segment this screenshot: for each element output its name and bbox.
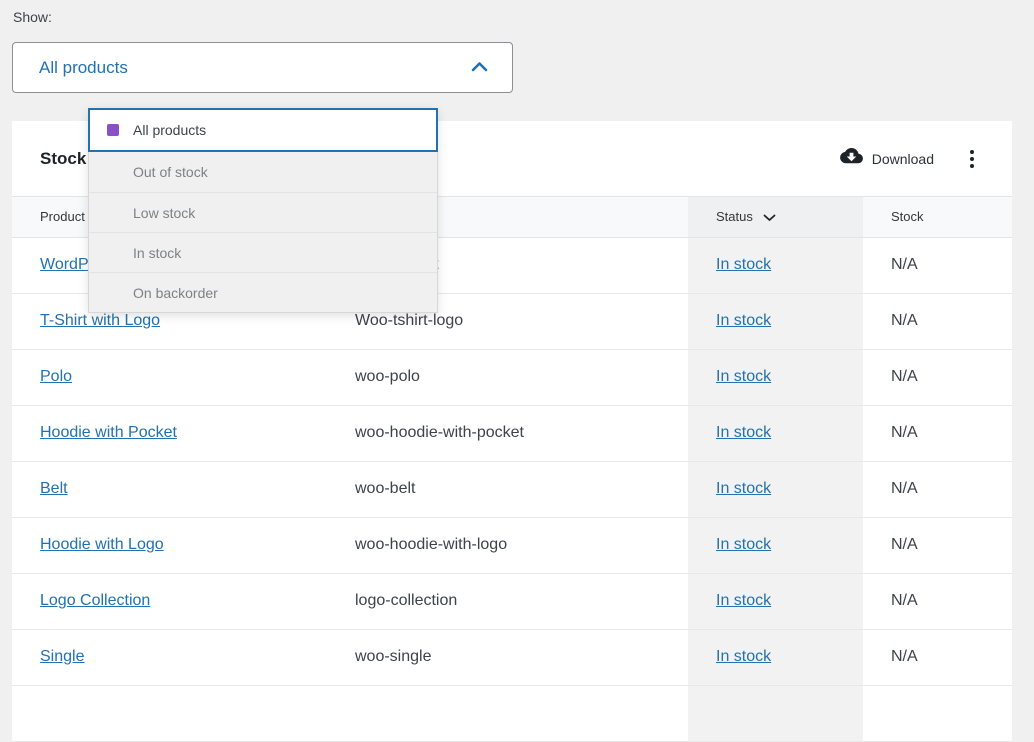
stock-cell: N/A bbox=[863, 293, 1012, 349]
kebab-dot bbox=[970, 150, 974, 154]
stock-cell: N/A bbox=[863, 349, 1012, 405]
product-cell: Hoodie with Logo bbox=[12, 517, 343, 573]
status-cell: In stock bbox=[688, 629, 863, 685]
stock-cell: N/A bbox=[863, 237, 1012, 293]
product-cell: Logo Collection bbox=[12, 573, 343, 629]
sku-cell: woo-hoodie-with-pocket bbox=[343, 405, 688, 461]
status-link[interactable]: In stock bbox=[716, 480, 771, 497]
stock-cell: N/A bbox=[863, 629, 1012, 685]
col-header-status-label: Status bbox=[716, 209, 753, 224]
filter-label: Show: bbox=[13, 9, 52, 25]
product-link[interactable]: Hoodie with Logo bbox=[40, 536, 164, 553]
status-link[interactable]: In stock bbox=[716, 424, 771, 441]
kebab-menu-button[interactable] bbox=[966, 146, 978, 172]
status-link[interactable]: In stock bbox=[716, 368, 771, 385]
download-label: Download bbox=[872, 151, 934, 167]
status-link[interactable]: In stock bbox=[716, 592, 771, 609]
dropdown-option-all-products[interactable]: All products bbox=[88, 108, 438, 152]
chevron-up-icon bbox=[471, 59, 488, 77]
kebab-dot bbox=[970, 157, 974, 161]
product-link[interactable]: T-Shirt with Logo bbox=[40, 312, 160, 329]
product-filter-select[interactable]: All products bbox=[12, 42, 513, 93]
table-row: Hoodie with Logo woo-hoodie-with-logo In s… bbox=[12, 517, 1012, 573]
card-title: Stock bbox=[40, 149, 86, 169]
dropdown-option-in-stock[interactable]: In stock bbox=[89, 232, 437, 272]
status-cell: In stock bbox=[688, 293, 863, 349]
product-link[interactable]: Hoodie with Pocket bbox=[40, 424, 177, 441]
product-link[interactable]: Logo Collection bbox=[40, 592, 150, 609]
dropdown-option-on-backorder[interactable]: On backorder bbox=[89, 272, 437, 312]
product-cell: Hoodie with Pocket bbox=[12, 405, 343, 461]
table-row bbox=[12, 685, 1012, 741]
sku-cell bbox=[343, 685, 688, 741]
status-cell: In stock bbox=[688, 237, 863, 293]
stock-cell: N/A bbox=[863, 517, 1012, 573]
col-header-stock[interactable]: Stock bbox=[863, 197, 1012, 237]
product-cell: Single bbox=[12, 629, 343, 685]
col-header-stock-label: Stock bbox=[891, 209, 924, 224]
product-cell: Polo bbox=[12, 349, 343, 405]
table-row: Single woo-single In stock N/A bbox=[12, 629, 1012, 685]
col-header-status[interactable]: Status bbox=[688, 197, 863, 237]
kebab-dot bbox=[970, 164, 974, 168]
sku-cell: woo-belt bbox=[343, 461, 688, 517]
status-link[interactable]: In stock bbox=[716, 312, 771, 329]
status-cell: In stock bbox=[688, 405, 863, 461]
status-cell: In stock bbox=[688, 349, 863, 405]
chevron-down-icon bbox=[763, 210, 776, 225]
table-row: Belt woo-belt In stock N/A bbox=[12, 461, 1012, 517]
dropdown-option-low-stock[interactable]: Low stock bbox=[89, 192, 437, 232]
cloud-download-icon bbox=[840, 148, 863, 170]
sku-cell: logo-collection bbox=[343, 573, 688, 629]
dropdown-option-out-of-stock[interactable]: Out of stock bbox=[89, 152, 437, 192]
table-row: Polo woo-polo In stock N/A bbox=[12, 349, 1012, 405]
download-button[interactable]: Download bbox=[840, 148, 934, 170]
table-row: Hoodie with Pocket woo-hoodie-with-pocket… bbox=[12, 405, 1012, 461]
table-row: Logo Collection logo-collection In stock N/… bbox=[12, 573, 1012, 629]
sku-cell: woo-polo bbox=[343, 349, 688, 405]
select-value: All products bbox=[39, 58, 128, 78]
status-cell bbox=[688, 685, 863, 741]
status-cell: In stock bbox=[688, 461, 863, 517]
product-cell: Belt bbox=[12, 461, 343, 517]
stock-cell bbox=[863, 685, 1012, 741]
product-link[interactable]: Single bbox=[40, 648, 84, 665]
status-link[interactable]: In stock bbox=[716, 648, 771, 665]
product-link[interactable]: Polo bbox=[40, 368, 72, 385]
status-link[interactable]: In stock bbox=[716, 536, 771, 553]
stock-cell: N/A bbox=[863, 405, 1012, 461]
stock-cell: N/A bbox=[863, 573, 1012, 629]
status-cell: In stock bbox=[688, 517, 863, 573]
stock-cell: N/A bbox=[863, 461, 1012, 517]
filter-dropdown-menu: All products Out of stockLow stockIn sto… bbox=[88, 108, 438, 313]
product-link[interactable]: Belt bbox=[40, 480, 68, 497]
col-header-product-label: Product bbox=[40, 209, 85, 224]
dropdown-selected-label: All products bbox=[133, 122, 206, 138]
sku-cell: woo-hoodie-with-logo bbox=[343, 517, 688, 573]
product-cell bbox=[12, 685, 343, 741]
sku-cell: woo-single bbox=[343, 629, 688, 685]
selected-indicator-icon bbox=[107, 124, 119, 136]
status-link[interactable]: In stock bbox=[716, 256, 771, 273]
status-cell: In stock bbox=[688, 573, 863, 629]
